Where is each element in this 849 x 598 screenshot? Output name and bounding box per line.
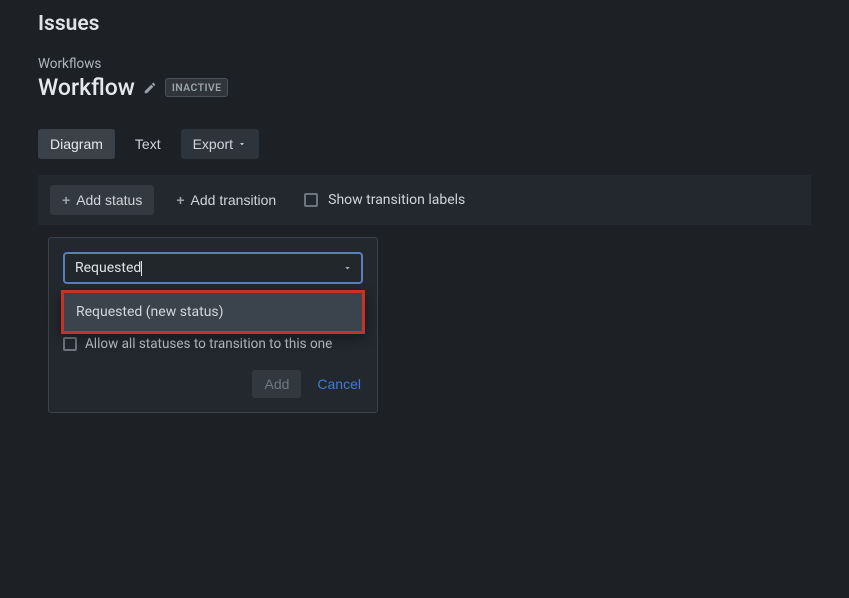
- text-cursor: [141, 261, 142, 276]
- allow-transition-row[interactable]: Allow all statuses to transition to this…: [63, 336, 363, 352]
- add-status-label: Add status: [76, 192, 142, 208]
- add-transition-button[interactable]: + Add transition: [164, 185, 288, 215]
- chevron-down-icon: [237, 139, 247, 149]
- add-status-dialog: Requested Requested (new status) Allow a…: [48, 237, 378, 413]
- plus-icon: +: [62, 193, 70, 207]
- export-label: Export: [193, 136, 233, 152]
- workflow-header: Workflow INACTIVE: [38, 74, 811, 101]
- show-labels-toggle[interactable]: Show transition labels: [304, 192, 465, 208]
- add-button: Add: [252, 370, 301, 398]
- breadcrumb[interactable]: Workflows: [38, 56, 811, 72]
- add-status-button[interactable]: + Add status: [50, 185, 154, 215]
- plus-icon: +: [176, 193, 184, 207]
- chevron-down-icon[interactable]: [342, 259, 353, 278]
- pencil-icon[interactable]: [143, 81, 157, 95]
- tab-text[interactable]: Text: [123, 129, 173, 159]
- tab-diagram[interactable]: Diagram: [38, 129, 115, 159]
- checkbox-icon: [304, 193, 318, 207]
- export-button[interactable]: Export: [181, 129, 259, 159]
- allow-transition-label: Allow all statuses to transition to this…: [85, 336, 332, 352]
- view-tabs: Diagram Text Export: [38, 129, 811, 159]
- toolbar: + Add status + Add transition Show trans…: [38, 175, 811, 225]
- status-dropdown: Requested (new status): [61, 290, 365, 334]
- status-name-combobox[interactable]: Requested: [63, 252, 363, 284]
- status-badge: INACTIVE: [165, 78, 229, 97]
- dropdown-option-new-status[interactable]: Requested (new status): [64, 293, 362, 331]
- checkbox-icon: [63, 337, 77, 351]
- cancel-button[interactable]: Cancel: [315, 370, 363, 398]
- show-labels-text: Show transition labels: [328, 192, 465, 208]
- dialog-actions: Add Cancel: [63, 370, 363, 398]
- status-name-input[interactable]: Requested: [75, 260, 333, 276]
- add-transition-label: Add transition: [191, 192, 277, 208]
- workflow-title: Workflow: [38, 74, 135, 101]
- page-title: Issues: [38, 12, 811, 36]
